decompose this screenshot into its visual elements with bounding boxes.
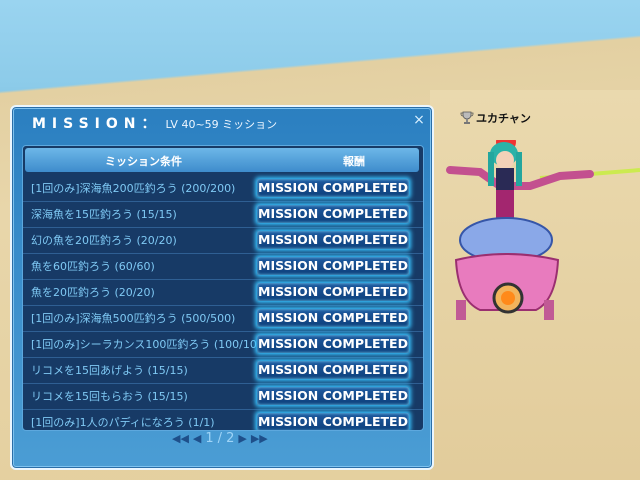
mission-row[interactable]: 幻の魚を20匹釣ろう (20/20) MISSION COMPLETED <box>23 228 423 254</box>
mission-row[interactable]: リコメを15回あげよう (15/15) MISSION COMPLETED <box>23 358 423 384</box>
mission-row[interactable]: 深海魚を15匹釣ろう (15/15) MISSION COMPLETED <box>23 202 423 228</box>
mission-completed-badge: MISSION COMPLETED <box>257 283 409 301</box>
next-page-icon[interactable]: ▶ <box>238 432 246 445</box>
mission-condition: 幻の魚を20匹釣ろう (20/20) <box>31 234 177 247</box>
close-icon[interactable]: × <box>412 113 426 127</box>
page-separator: / <box>217 431 223 446</box>
mission-condition: [1回のみ]シーラカンス100匹釣ろう (100/100) <box>31 338 269 351</box>
mission-completed-badge: MISSION COMPLETED <box>257 205 409 223</box>
mission-completed-badge: MISSION COMPLETED <box>257 335 409 353</box>
mission-condition: [1回のみ]1人のパディになろう (1/1) <box>31 416 215 429</box>
mission-row[interactable]: 魚を20匹釣ろう (20/20) MISSION COMPLETED <box>23 280 423 306</box>
trophy-icon <box>460 111 474 124</box>
mission-row[interactable]: [1回のみ]深海魚200匹釣ろう (200/200) MISSION COMPL… <box>23 176 423 202</box>
mission-window-title-bar[interactable]: MISSION： LV 40~59 ミッション <box>32 113 277 133</box>
mission-list-panel: ミッション条件 報酬 [1回のみ]深海魚200匹釣ろう (200/200) MI… <box>22 145 424 431</box>
mission-completed-badge: MISSION COMPLETED <box>257 309 409 327</box>
mission-row[interactable]: [1回のみ]シーラカンス100匹釣ろう (100/100) MISSION CO… <box>23 332 423 358</box>
player-name: ユカチャン <box>476 112 531 125</box>
mission-completed-badge: MISSION COMPLETED <box>257 413 409 430</box>
mission-completed-badge: MISSION COMPLETED <box>257 361 409 379</box>
prev-page-icon[interactable]: ◀ <box>193 432 201 445</box>
first-page-icon[interactable]: ◀◀ <box>172 432 189 445</box>
pagination: ◀◀ ◀ 1 / 2 ▶ ▶▶ <box>172 431 268 446</box>
mission-table-header: ミッション条件 報酬 <box>25 148 419 172</box>
mission-row[interactable]: 魚を60匹釣ろう (60/60) MISSION COMPLETED <box>23 254 423 280</box>
mission-condition: [1回のみ]深海魚200匹釣ろう (200/200) <box>31 182 236 195</box>
mission-condition: 魚を20匹釣ろう (20/20) <box>31 286 155 299</box>
mission-row[interactable]: [1回のみ]深海魚500匹釣ろう (500/500) MISSION COMPL… <box>23 306 423 332</box>
mission-condition: リコメを15回あげよう (15/15) <box>31 364 188 377</box>
player-character-on-scooter[interactable] <box>440 140 640 340</box>
mission-condition: [1回のみ]深海魚500匹釣ろう (500/500) <box>31 312 236 325</box>
window-subtitle: LV 40~59 ミッション <box>165 118 278 131</box>
mission-row[interactable]: リコメを15回もらおう (15/15) MISSION COMPLETED <box>23 384 423 410</box>
mission-window: MISSION： LV 40~59 ミッション × ミッション条件 報酬 [1回… <box>10 105 434 470</box>
column-header-reward: 報酬 <box>343 155 365 168</box>
mission-rows: [1回のみ]深海魚200匹釣ろう (200/200) MISSION COMPL… <box>23 176 423 430</box>
mission-condition: 深海魚を15匹釣ろう (15/15) <box>31 208 177 221</box>
total-pages: 2 <box>226 431 235 446</box>
last-page-icon[interactable]: ▶▶ <box>251 432 268 445</box>
mission-completed-badge: MISSION COMPLETED <box>257 179 409 197</box>
player-nameplate[interactable]: ユカチャン <box>460 110 531 126</box>
mission-condition: リコメを15回もらおう (15/15) <box>31 390 188 403</box>
mission-condition: 魚を60匹釣ろう (60/60) <box>31 260 155 273</box>
mission-completed-badge: MISSION COMPLETED <box>257 231 409 249</box>
mission-completed-badge: MISSION COMPLETED <box>257 387 409 405</box>
current-page: 1 <box>205 431 214 446</box>
mission-completed-badge: MISSION COMPLETED <box>257 257 409 275</box>
window-title: MISSION： <box>32 116 162 132</box>
mission-row[interactable]: [1回のみ]1人のパディになろう (1/1) MISSION COMPLETED <box>23 410 423 430</box>
column-header-condition: ミッション条件 <box>105 155 182 168</box>
